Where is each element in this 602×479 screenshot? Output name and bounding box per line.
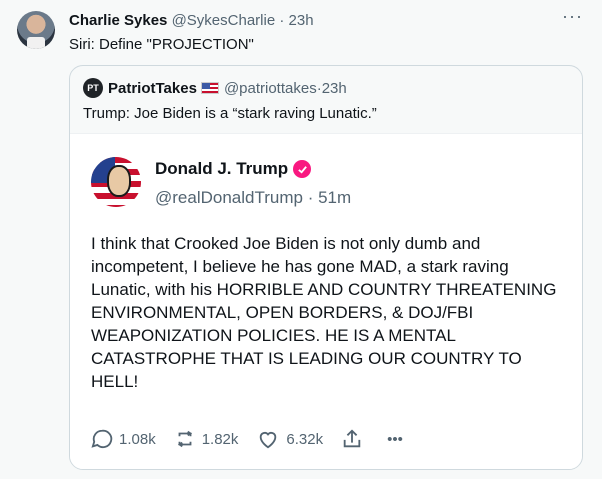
author-handle[interactable]: @SykesCharlie: [172, 12, 276, 29]
repost-count: 1.82k: [201, 430, 239, 448]
embedded-time: 51m: [318, 188, 352, 207]
repost-icon: [177, 430, 192, 448]
us-flag-icon: [200, 82, 219, 94]
embedded-actions: 1.08k 1.82k 6.32k •••: [91, 425, 421, 453]
more-actions-icon: •••: [387, 430, 403, 448]
quoted-time[interactable]: 23h: [322, 80, 347, 97]
avatar[interactable]: [17, 11, 55, 49]
embedded-post-image[interactable]: Donald J. Trump @realDonaldTrump · 51m I…: [70, 133, 582, 469]
more-options-icon[interactable]: ···: [562, 6, 583, 27]
quoted-author-handle[interactable]: @patriottakes: [224, 80, 317, 97]
author-name[interactable]: Charlie Sykes: [69, 12, 167, 29]
like-action: 6.32k: [256, 428, 323, 450]
share-icon: [343, 429, 361, 448]
heart-icon: [260, 432, 277, 449]
tweet[interactable]: Charlie Sykes @SykesCharlie · 23h ··· Si…: [0, 0, 602, 479]
reply-action: 1.08k: [91, 428, 156, 450]
quoted-author-name[interactable]: PatriotTakes: [108, 80, 197, 97]
patriottakes-logo-icon[interactable]: PT: [83, 78, 103, 98]
reply-icon: [91, 429, 113, 449]
embedded-post-text: I think that Crooked Joe Biden is not on…: [91, 234, 557, 391]
repost-action: 1.82k: [174, 428, 239, 450]
tweet-time[interactable]: 23h: [289, 12, 314, 29]
embedded-handle-line: @realDonaldTrump · 51m: [155, 188, 352, 207]
embedded-avatar: [91, 157, 141, 207]
verified-badge-icon: [293, 160, 312, 178]
embedded-author-handle: @realDonaldTrump: [155, 188, 303, 207]
tweet-text: Siri: Define "PROJECTION": [69, 36, 254, 53]
quoted-header: PT PatriotTakes @patriottakes · 23h: [83, 78, 347, 98]
tweet-header: Charlie Sykes @SykesCharlie · 23h: [69, 12, 314, 29]
quoted-text: Trump: Joe Biden is a “stark raving Luna…: [83, 105, 377, 122]
like-count: 6.32k: [286, 430, 324, 448]
embedded-author-name: Donald J. Trump: [155, 159, 289, 178]
reply-count: 1.08k: [119, 430, 156, 448]
share-action: [341, 428, 369, 450]
embedded-author: Donald J. Trump: [155, 159, 312, 179]
quoted-tweet[interactable]: PT PatriotTakes @patriottakes · 23h Trum…: [69, 65, 583, 470]
